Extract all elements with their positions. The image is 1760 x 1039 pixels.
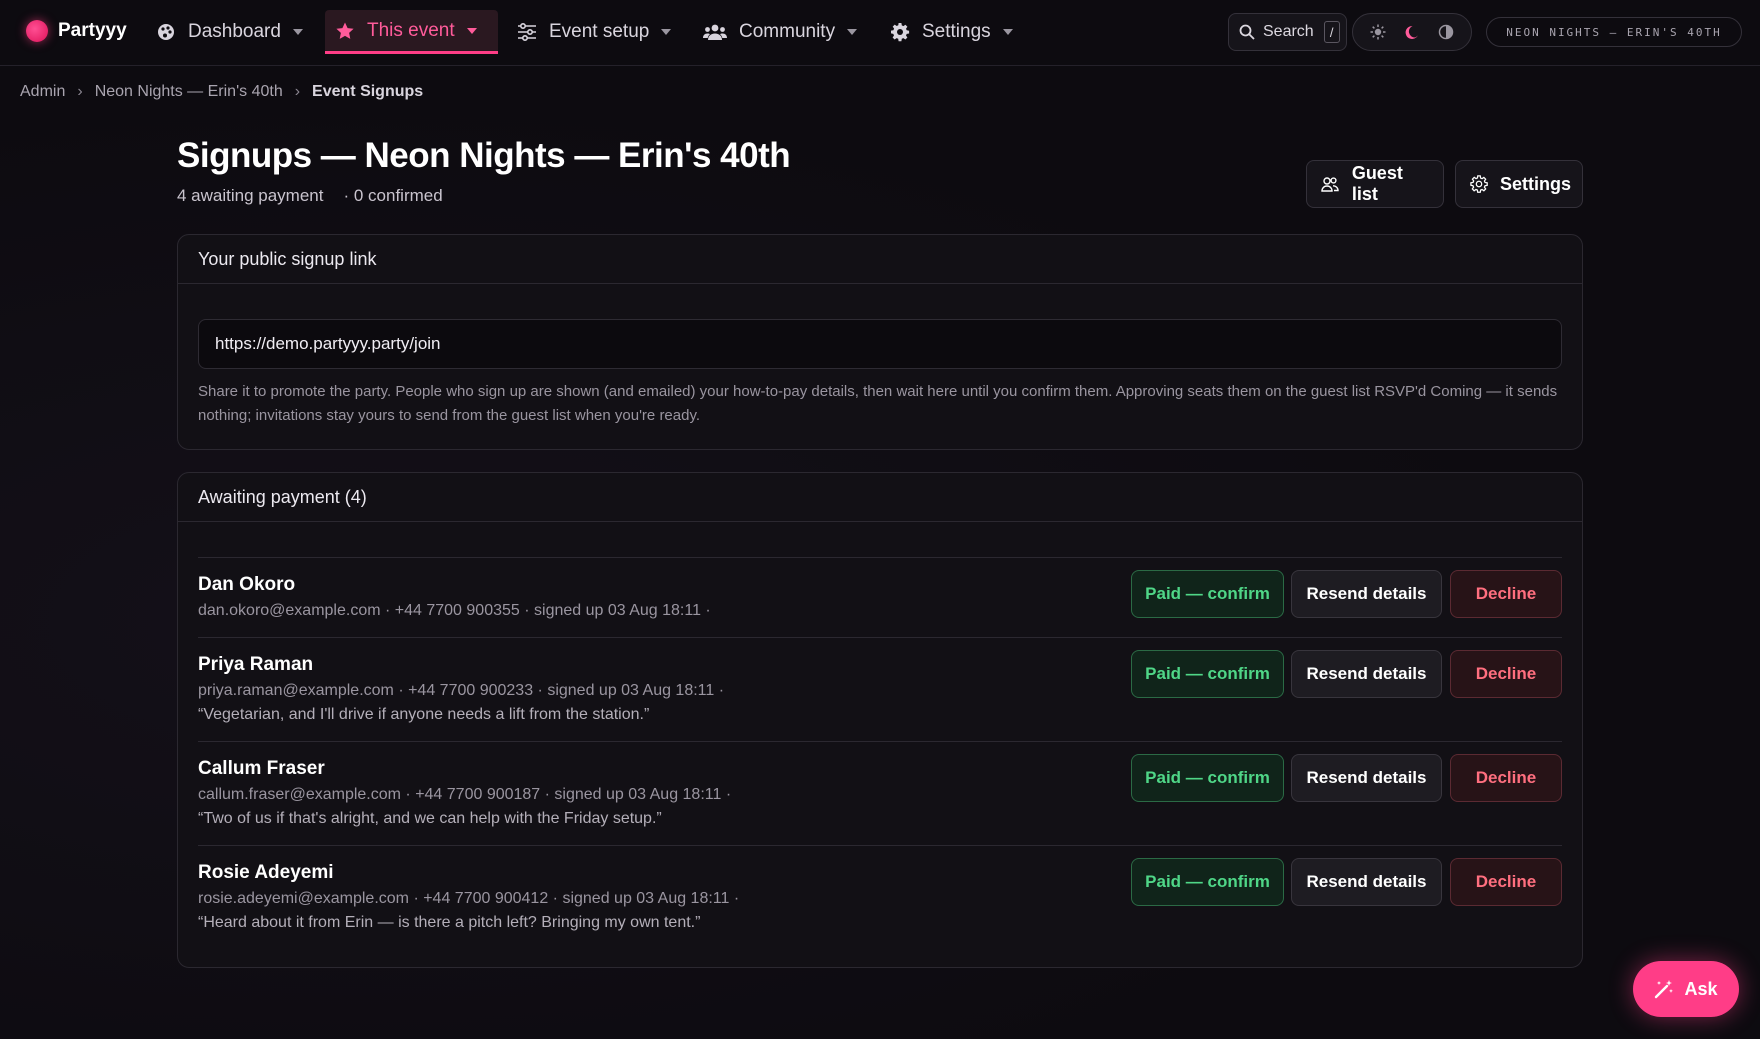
signup-url-field[interactable]: https://demo.partyyy.party/join xyxy=(198,319,1562,369)
resend-details-button[interactable]: Resend details xyxy=(1291,858,1442,906)
signup-row: Rosie Adeyemi rosie.adeyemi@example.com … xyxy=(198,845,1562,949)
guest-list-button[interactable]: Guest list xyxy=(1306,160,1444,208)
nav-settings-label: Settings xyxy=(922,21,991,42)
resend-details-button[interactable]: Resend details xyxy=(1291,570,1442,618)
signup-note: “Vegetarian, and I'll drive if anyone ne… xyxy=(198,706,650,723)
breadcrumb-separator-icon: › xyxy=(294,83,301,100)
settings-button[interactable]: Settings xyxy=(1455,160,1583,208)
gear-icon xyxy=(890,22,910,42)
users-icon xyxy=(703,22,727,42)
signup-link-heading: Your public signup link xyxy=(178,235,1582,284)
sliders-icon xyxy=(517,22,537,42)
contrast-icon[interactable] xyxy=(1433,19,1459,45)
signup-link-card: Your public signup link https://demo.par… xyxy=(177,234,1583,450)
confirmed-count: · 0 confirmed xyxy=(343,186,443,205)
top-nav: Partyyy Dashboard This event Event setup… xyxy=(0,0,1760,66)
signup-name: Callum Fraser xyxy=(198,758,325,779)
signup-link-helper: Share it to promote the party. People wh… xyxy=(198,383,1558,424)
nav-settings[interactable]: Settings xyxy=(880,10,1023,54)
resend-details-button[interactable]: Resend details xyxy=(1291,754,1442,802)
search-button[interactable]: Search / xyxy=(1228,13,1347,51)
sun-icon[interactable] xyxy=(1365,19,1391,45)
signup-note: “Heard about it from Erin — is there a p… xyxy=(198,914,701,931)
chevron-down-icon xyxy=(1002,29,1013,35)
breadcrumb-current: Event Signups xyxy=(312,83,424,100)
chevron-down-icon xyxy=(847,29,858,35)
nav-this-event-label: This event xyxy=(367,19,455,41)
resend-details-button[interactable]: Resend details xyxy=(1291,650,1442,698)
decline-button[interactable]: Decline xyxy=(1450,570,1562,618)
signup-meta: callum.fraser@example.com · +44 7700 900… xyxy=(198,786,732,803)
signup-row: Callum Fraser callum.fraser@example.com … xyxy=(198,741,1562,845)
ask-button[interactable]: Ask xyxy=(1633,961,1739,1017)
brand[interactable]: Partyyy xyxy=(26,20,127,42)
breadcrumb: Admin › Neon Nights — Erin's 40th › Even… xyxy=(20,83,423,101)
nav-this-event[interactable]: This event xyxy=(325,10,498,54)
search-label: Search xyxy=(1263,23,1314,40)
paid-confirm-button[interactable]: Paid — confirm xyxy=(1131,754,1284,802)
ask-label: Ask xyxy=(1684,978,1718,999)
signup-name: Rosie Adeyemi xyxy=(198,862,334,883)
settings-label: Settings xyxy=(1500,173,1572,194)
moon-icon[interactable] xyxy=(1399,19,1425,45)
star-icon xyxy=(335,21,355,41)
breadcrumb-admin[interactable]: Admin xyxy=(20,83,65,101)
signup-row: Dan Okoro dan.okoro@example.com · +44 77… xyxy=(198,557,1562,637)
brand-logo-icon xyxy=(26,20,48,42)
magic-wand-icon xyxy=(1654,979,1674,999)
signup-meta: dan.okoro@example.com · +44 7700 900355 … xyxy=(198,602,711,619)
breadcrumb-event[interactable]: Neon Nights — Erin's 40th xyxy=(95,83,283,101)
awaiting-payment-card: Awaiting payment (4) Dan Okoro dan.okoro… xyxy=(177,472,1583,968)
palette-icon xyxy=(156,22,176,42)
signup-row: Priya Raman priya.raman@example.com · +4… xyxy=(198,637,1562,741)
search-shortcut: / xyxy=(1323,21,1340,43)
chevron-down-icon xyxy=(661,29,672,35)
page-title: Signups — Neon Nights — Erin's 40th xyxy=(177,136,791,175)
signup-meta: priya.raman@example.com · +44 7700 90023… xyxy=(198,682,725,699)
decline-button[interactable]: Decline xyxy=(1450,754,1562,802)
theme-switcher xyxy=(1352,13,1472,51)
nav-community-label: Community xyxy=(739,21,836,42)
decline-button[interactable]: Decline xyxy=(1450,858,1562,906)
nav-dashboard[interactable]: Dashboard xyxy=(146,10,313,54)
signup-name: Dan Okoro xyxy=(198,574,296,595)
nav-event-setup[interactable]: Event setup xyxy=(507,10,681,54)
signup-name: Priya Raman xyxy=(198,654,314,675)
signup-meta: rosie.adeyemi@example.com · +44 7700 900… xyxy=(198,890,740,907)
paid-confirm-button[interactable]: Paid — confirm xyxy=(1131,570,1284,618)
awaiting-payment-heading: Awaiting payment (4) xyxy=(178,473,1582,522)
breadcrumb-separator-icon: › xyxy=(77,83,83,100)
paid-confirm-button[interactable]: Paid — confirm xyxy=(1131,650,1284,698)
chevron-down-icon xyxy=(466,27,477,34)
current-event-pill[interactable]: NEON NIGHTS — ERIN'S 40TH xyxy=(1486,17,1742,47)
nav-event-setup-label: Event setup xyxy=(549,21,650,42)
brand-name: Partyyy xyxy=(58,20,127,41)
signup-summary: 4 awaiting payment · 0 confirmed xyxy=(177,186,443,206)
users-outline-icon xyxy=(1321,174,1340,194)
gear-outline-icon xyxy=(1470,174,1488,194)
paid-confirm-button[interactable]: Paid — confirm xyxy=(1131,858,1284,906)
signup-note: “Two of us if that's alright, and we can… xyxy=(198,810,662,827)
decline-button[interactable]: Decline xyxy=(1450,650,1562,698)
awaiting-count: 4 awaiting payment xyxy=(177,186,324,205)
chevron-down-icon xyxy=(292,29,303,35)
nav-dashboard-label: Dashboard xyxy=(188,21,281,42)
search-icon xyxy=(1239,24,1255,40)
guest-list-label: Guest list xyxy=(1351,163,1403,204)
nav-community[interactable]: Community xyxy=(693,10,867,54)
